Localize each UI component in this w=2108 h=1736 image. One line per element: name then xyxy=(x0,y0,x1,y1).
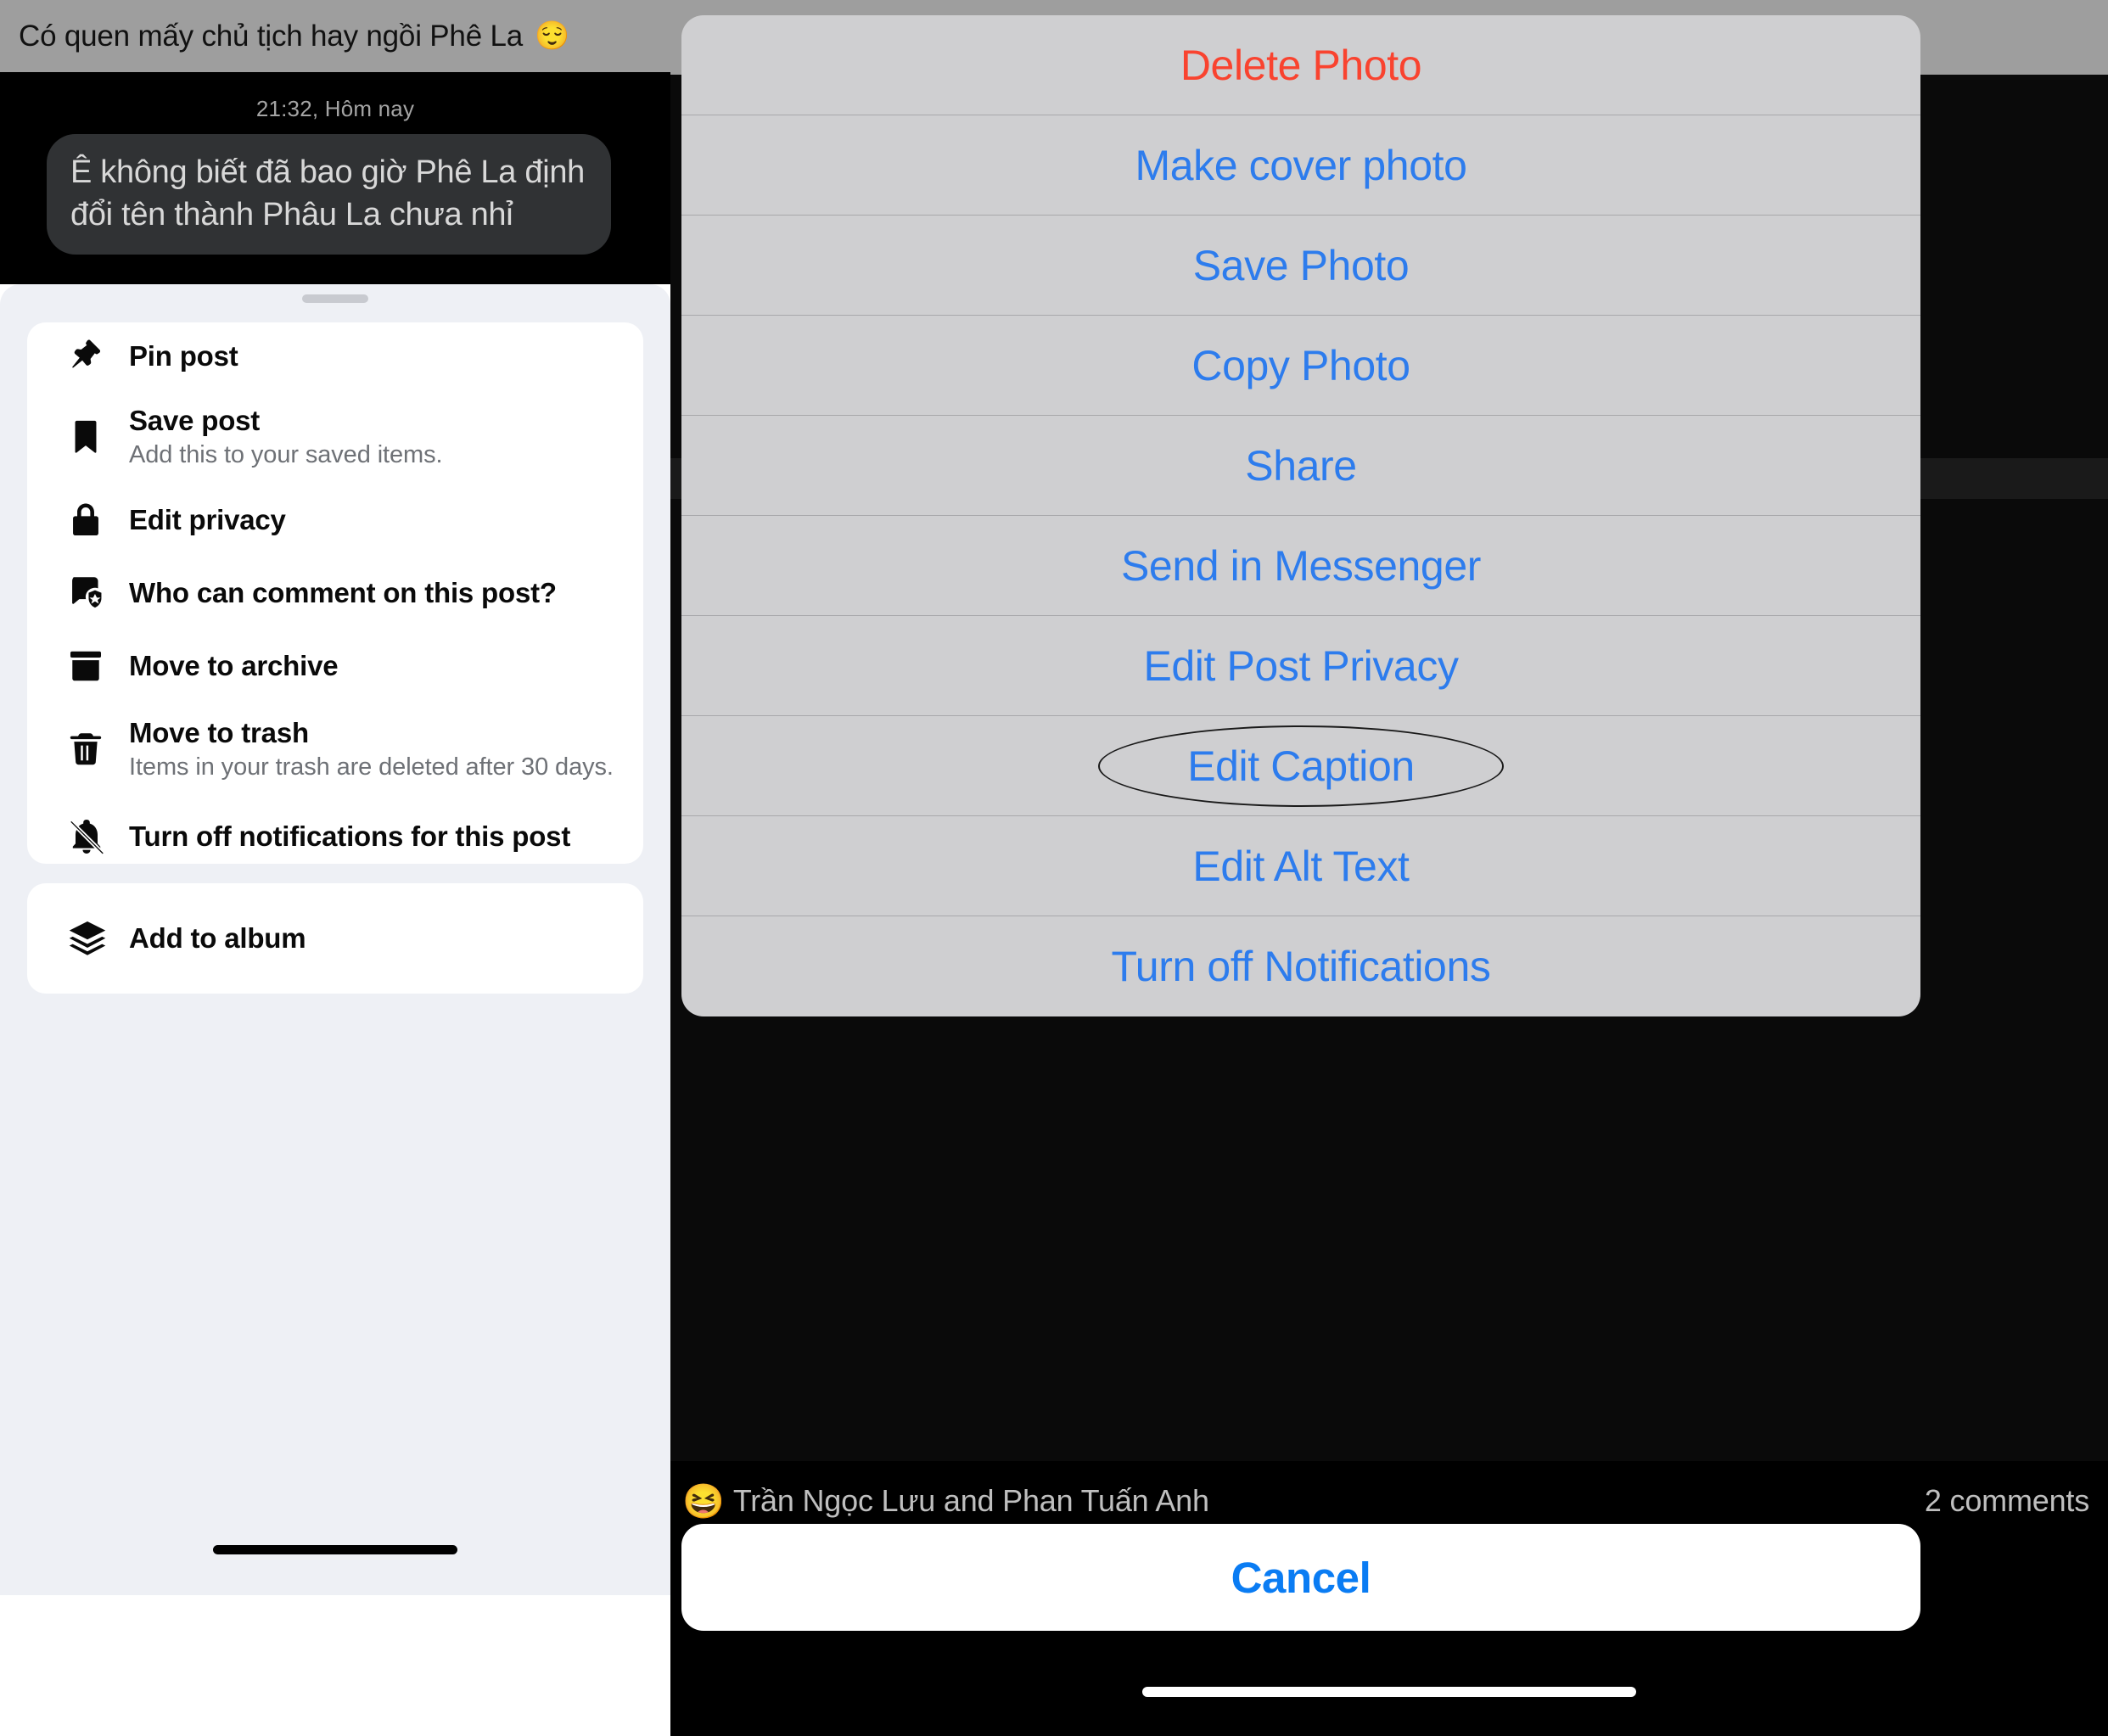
menu-item-label-wrapper: Turn off notifications for this post xyxy=(129,820,570,853)
action-label: Copy Photo xyxy=(1191,341,1410,389)
action-send-in-messenger[interactable]: Send in Messenger xyxy=(681,516,1920,616)
main-options-card: Pin post Save post Add this to your save… xyxy=(27,322,643,864)
action-make-cover-photo[interactable]: Make cover photo xyxy=(681,115,1920,216)
relieved-face-emoji: 😌 xyxy=(535,20,570,51)
action-label: Send in Messenger xyxy=(1120,541,1481,590)
menu-item-title: Turn off notifications for this post xyxy=(129,820,571,852)
bookmark-icon xyxy=(66,417,129,456)
layers-icon xyxy=(66,917,129,960)
chat-notification-banner[interactable]: Có quen mấy chủ tịch hay ngồi Phê La 😌 xyxy=(0,0,670,72)
action-delete-photo[interactable]: Delete Photo xyxy=(681,15,1920,115)
menu-item-title: Save post xyxy=(129,405,261,436)
action-label: Save Photo xyxy=(1192,241,1410,289)
action-label: Turn off Notifications xyxy=(1111,943,1491,990)
sheet-drag-handle[interactable] xyxy=(302,294,368,303)
action-turn-off-notifications[interactable]: Turn off Notifications xyxy=(681,916,1920,1016)
menu-item-title: Who can comment on this post? xyxy=(129,577,557,608)
menu-item-pin-post[interactable]: Pin post xyxy=(27,322,643,390)
left-phone-screen: Có quen mấy chủ tịch hay ngồi Phê La 😌 2… xyxy=(0,0,670,1736)
bell-slash-icon xyxy=(66,816,129,857)
action-copy-photo[interactable]: Copy Photo xyxy=(681,316,1920,416)
lock-icon xyxy=(66,501,129,540)
reactor-names[interactable]: Trần Ngọc Lưu and Phan Tuấn Anh xyxy=(733,1483,1209,1519)
menu-item-who-can-comment[interactable]: Who can comment on this post? xyxy=(27,557,643,630)
menu-item-move-to-archive[interactable]: Move to archive xyxy=(27,630,643,703)
cancel-label: Cancel xyxy=(1231,1553,1371,1602)
action-edit-post-privacy[interactable]: Edit Post Privacy xyxy=(681,616,1920,716)
menu-item-label-wrapper: Edit privacy xyxy=(129,504,286,536)
menu-item-subtitle: Items in your trash are deleted after 30… xyxy=(129,753,614,781)
menu-item-subtitle: Add this to your saved items. xyxy=(129,441,443,468)
menu-item-add-to-album[interactable]: Add to album xyxy=(27,883,643,994)
album-options-card: Add to album xyxy=(27,883,643,994)
home-indicator xyxy=(213,1545,457,1554)
menu-item-title: Move to archive xyxy=(129,650,339,681)
action-share[interactable]: Share xyxy=(681,416,1920,516)
menu-item-edit-privacy[interactable]: Edit privacy xyxy=(27,484,643,557)
menu-item-label-wrapper: Pin post xyxy=(129,340,238,372)
menu-item-title: Pin post xyxy=(129,340,238,372)
comments-count[interactable]: 2 comments xyxy=(1925,1483,2089,1519)
menu-item-label-wrapper: Save post Add this to your saved items. xyxy=(129,405,443,469)
photo-action-sheet: Delete Photo Make cover photo Save Photo… xyxy=(681,15,1920,1016)
menu-item-label-wrapper: Add to album xyxy=(129,922,306,955)
action-edit-alt-text[interactable]: Edit Alt Text xyxy=(681,816,1920,916)
action-label: Delete Photo xyxy=(1180,41,1422,89)
cancel-button[interactable]: Cancel xyxy=(681,1524,1920,1631)
trash-icon xyxy=(66,730,129,769)
action-edit-caption[interactable]: Edit Caption xyxy=(681,716,1920,816)
menu-item-title: Add to album xyxy=(129,922,306,954)
menu-item-move-to-trash[interactable]: Move to trash Items in your trash are de… xyxy=(27,703,643,796)
chat-banner-text: Có quen mấy chủ tịch hay ngồi Phê La xyxy=(19,19,524,53)
comment-shield-icon xyxy=(66,572,129,614)
menu-item-label-wrapper: Move to archive xyxy=(129,650,339,682)
menu-item-turn-off-notifications[interactable]: Turn off notifications for this post xyxy=(27,796,643,877)
menu-item-title: Edit privacy xyxy=(129,504,286,535)
right-phone-screen: 😆 Trần Ngọc Lưu and Phan Tuấn Anh 2 comm… xyxy=(670,0,2108,1736)
menu-item-label-wrapper: Move to trash Items in your trash are de… xyxy=(129,717,614,781)
menu-item-save-post[interactable]: Save post Add this to your saved items. xyxy=(27,390,643,484)
post-options-bottom-sheet: Pin post Save post Add this to your save… xyxy=(0,284,670,1595)
home-indicator xyxy=(1142,1687,1636,1697)
menu-item-label-wrapper: Who can comment on this post? xyxy=(129,577,557,609)
action-save-photo[interactable]: Save Photo xyxy=(681,216,1920,316)
action-label: Edit Alt Text xyxy=(1192,842,1410,890)
menu-item-title: Move to trash xyxy=(129,717,309,748)
message-text: Ê không biết đã bao giờ Phê La định đổi … xyxy=(70,154,585,233)
dual-phone-screenshot: Có quen mấy chủ tịch hay ngồi Phê La 😌 2… xyxy=(0,0,2108,1736)
incoming-message-bubble[interactable]: Ê không biết đã bao giờ Phê La định đổi … xyxy=(47,134,611,255)
action-label: Edit Caption xyxy=(1187,742,1415,790)
action-label: Share xyxy=(1245,441,1357,490)
haha-reaction-icon: 😆 xyxy=(682,1482,725,1520)
pin-icon xyxy=(66,336,129,377)
action-label: Make cover photo xyxy=(1135,141,1467,189)
post-meta-row: 😆 Trần Ngọc Lưu and Phan Tuấn Anh 2 comm… xyxy=(670,1476,2108,1526)
action-label: Edit Post Privacy xyxy=(1143,641,1459,690)
archive-icon xyxy=(66,647,129,686)
message-timestamp: 21:32, Hôm nay xyxy=(255,96,415,121)
chat-conversation-area: 21:32, Hôm nay Ê không biết đã bao giờ P… xyxy=(0,72,670,284)
